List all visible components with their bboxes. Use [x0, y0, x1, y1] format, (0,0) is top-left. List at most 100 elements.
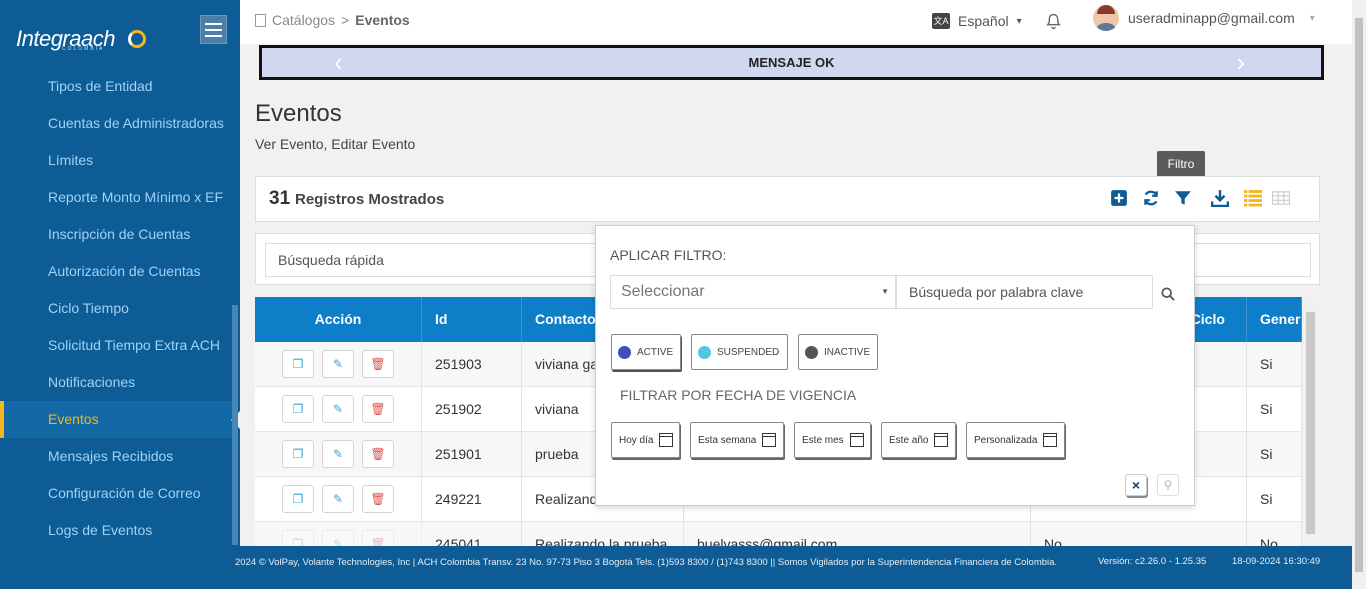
user-menu[interactable]: useradminapp@gmail.com ▾: [1093, 5, 1315, 31]
edit-icon[interactable]: ✎: [322, 440, 354, 468]
sidebar-scrollbar[interactable]: [232, 305, 238, 545]
clear-filter-button[interactable]: ×: [1125, 474, 1147, 496]
cell-id: 251903: [422, 342, 522, 386]
row-actions: ❐ ✎ 🗑: [255, 432, 422, 476]
sidebar-item-ciclo-tiempo[interactable]: Ciclo Tiempo: [0, 290, 232, 327]
records-count: 31: [269, 188, 291, 209]
breadcrumb-root[interactable]: Catálogos: [272, 12, 335, 28]
column-accion[interactable]: Acción: [255, 297, 422, 342]
sidebar-item-tipos-entidad[interactable]: Tipos de Entidad: [0, 68, 232, 105]
row-actions: ❐ ✎ 🗑: [255, 477, 422, 521]
table-scrollbar[interactable]: [1305, 300, 1316, 535]
column-id[interactable]: Id: [422, 297, 522, 342]
copy-icon[interactable]: ❐: [282, 395, 314, 423]
cell-generado: Si: [1247, 477, 1302, 521]
sidebar-item-notificaciones[interactable]: Notificaciones: [0, 364, 232, 401]
sidebar-item-cuentas-administradoras[interactable]: Cuentas de Administradoras: [0, 105, 232, 142]
brand-logo-ring-icon: [128, 30, 146, 48]
footer: 2024 © VolPay, Volante Technologies, Inc…: [0, 546, 1352, 589]
calendar-icon: [934, 433, 949, 447]
sidebar-item-mensajes-recibidos[interactable]: Mensajes Recibidos: [0, 438, 232, 475]
filter-tooltip: Filtro: [1157, 151, 1205, 183]
date-month-button[interactable]: Este mes: [794, 422, 871, 458]
top-bar: Catálogos > Eventos 文A Español ▾ useradm…: [240, 0, 1352, 44]
date-label: Esta semana: [698, 434, 757, 446]
delete-icon[interactable]: 🗑: [362, 485, 394, 513]
calendar-icon: [849, 433, 864, 447]
cell-generado: Si: [1247, 342, 1302, 386]
status-suspended-button[interactable]: SUSPENDED: [691, 334, 788, 370]
breadcrumb: Catálogos > Eventos: [255, 12, 410, 28]
chevron-down-icon: ▾: [1016, 15, 1022, 27]
sidebar-item-limites[interactable]: Límites: [0, 142, 232, 179]
apply-filter-search-icon[interactable]: ⚲: [1157, 474, 1179, 496]
copy-icon[interactable]: ❐: [282, 440, 314, 468]
footer-datetime: 18-09-2024 16:30:49: [1232, 556, 1321, 567]
search-icon[interactable]: [1161, 287, 1175, 301]
message-banner: ‹ MENSAJE OK ›: [259, 45, 1324, 80]
date-filter-title: FILTRAR POR FECHA DE VIGENCIA: [620, 387, 857, 403]
date-year-button[interactable]: Este año: [881, 422, 956, 458]
date-custom-button[interactable]: Personalizada: [966, 422, 1065, 458]
records-toolbar: 31 Registros Mostrados: [255, 176, 1320, 222]
delete-icon[interactable]: 🗑: [362, 440, 394, 468]
date-label: Este año: [889, 434, 929, 446]
edit-icon[interactable]: ✎: [322, 485, 354, 513]
sidebar-item-autorizacion-cuentas[interactable]: Autorización de Cuentas: [0, 253, 232, 290]
sidebar-item-logs-eventos[interactable]: Logs de Eventos: [0, 512, 232, 549]
edit-icon[interactable]: ✎: [322, 350, 354, 378]
column-generado[interactable]: Gener: [1247, 297, 1302, 342]
footer-version: Versión: c2.26.0 - 1.25.35: [1098, 556, 1207, 567]
sidebar-item-reporte-monto[interactable]: Reporte Monto Mínimo x EF: [0, 179, 232, 216]
breadcrumb-current: Eventos: [355, 12, 410, 28]
sidebar: Integraach COLOMBIA Tipos de Entidad Cue…: [0, 0, 240, 589]
date-week-button[interactable]: Esta semana: [690, 422, 784, 458]
cell-generado: Si: [1247, 432, 1302, 476]
menu-toggle-icon[interactable]: [200, 15, 227, 44]
page-subtitle: Ver Evento, Editar Evento: [255, 136, 416, 152]
banner-message: MENSAJE OK: [748, 55, 835, 70]
date-today-button[interactable]: Hoy día: [611, 422, 680, 458]
sidebar-item-solicitud-tiempo[interactable]: Solicitud Tiempo Extra ACH: [0, 327, 232, 364]
copy-icon[interactable]: ❐: [282, 350, 314, 378]
chevron-left-icon[interactable]: ‹: [334, 48, 343, 77]
user-email: useradminapp@gmail.com: [1128, 10, 1295, 26]
bell-icon[interactable]: [1045, 13, 1062, 30]
status-inactive-button[interactable]: INACTIVE: [798, 334, 878, 370]
sidebar-menu: Tipos de Entidad Cuentas de Administrado…: [0, 68, 240, 549]
filter-field-select[interactable]: Seleccionar: [610, 275, 896, 309]
sidebar-item-eventos[interactable]: Eventos: [0, 401, 240, 438]
row-actions: ❐ ✎ 🗑: [255, 342, 422, 386]
delete-icon[interactable]: 🗑: [362, 350, 394, 378]
filter-icon[interactable]: [1174, 189, 1192, 207]
filter-popup: APLICAR FILTRO: Seleccionar Búsqueda por…: [595, 225, 1195, 506]
window-scrollbar[interactable]: [1352, 0, 1366, 589]
document-icon: [255, 13, 266, 27]
delete-icon[interactable]: 🗑: [362, 395, 394, 423]
edit-icon[interactable]: ✎: [322, 395, 354, 423]
filter-title: APLICAR FILTRO:: [610, 247, 727, 263]
download-icon[interactable]: [1211, 189, 1229, 207]
language-selector[interactable]: 文A Español ▾: [932, 13, 1022, 29]
keyword-search-input[interactable]: Búsqueda por palabra clave: [896, 275, 1153, 309]
calendar-icon: [762, 433, 777, 447]
copy-icon[interactable]: ❐: [282, 485, 314, 513]
chevron-right-icon[interactable]: ›: [1236, 48, 1245, 77]
status-active-button[interactable]: ACTIVE: [611, 334, 681, 370]
chevron-down-icon: ▾: [1309, 12, 1315, 24]
sidebar-item-configuracion-correo[interactable]: Configuración de Correo: [0, 475, 232, 512]
add-icon[interactable]: [1110, 189, 1128, 207]
grid-view-icon[interactable]: [1272, 189, 1290, 207]
footer-text: 2024 © VolPay, Volante Technologies, Inc…: [235, 557, 1058, 568]
list-view-icon[interactable]: [1244, 189, 1262, 207]
status-label: INACTIVE: [824, 346, 871, 358]
sidebar-item-inscripcion-cuentas[interactable]: Inscripción de Cuentas: [0, 216, 232, 253]
refresh-icon[interactable]: [1142, 189, 1160, 207]
row-actions: ❐ ✎ 🗑: [255, 387, 422, 431]
page-title: Eventos: [255, 100, 342, 127]
status-dot-icon: [618, 345, 631, 359]
avatar: [1093, 5, 1119, 31]
language-label: Español: [958, 13, 1009, 29]
status-label: SUSPENDED: [717, 346, 780, 358]
records-label: Registros Mostrados: [295, 191, 445, 208]
